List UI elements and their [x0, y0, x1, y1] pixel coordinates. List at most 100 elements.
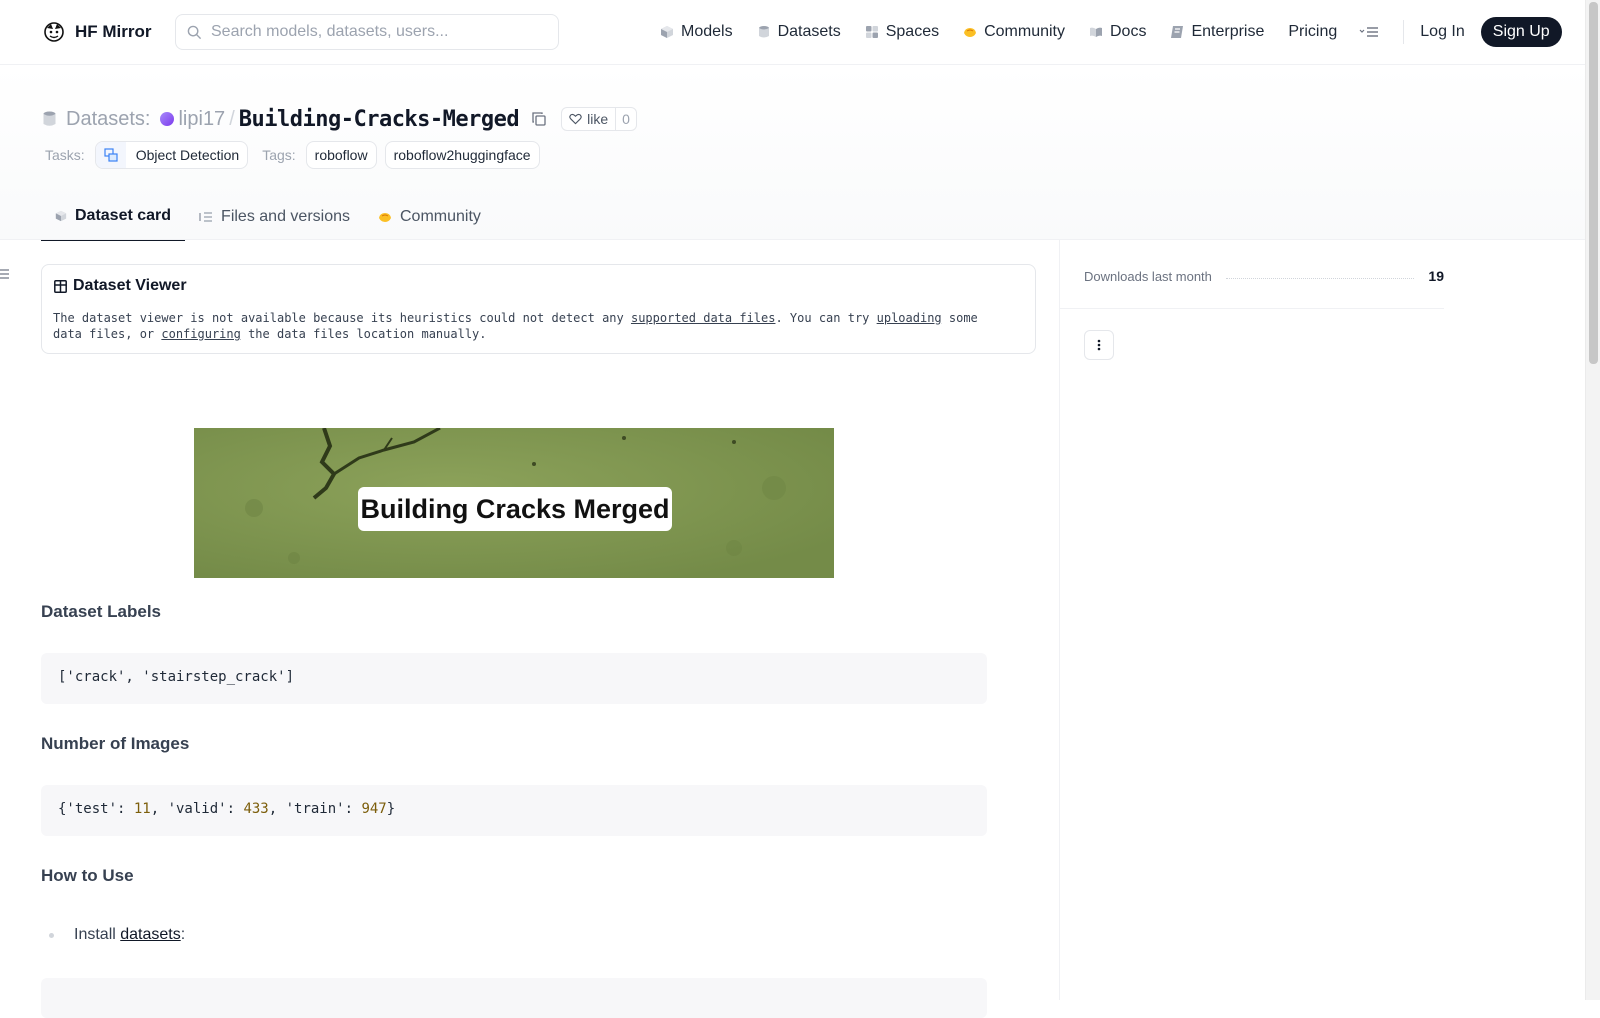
downloads-row: Downloads last month 19: [1084, 268, 1444, 284]
like-label: like: [587, 111, 609, 127]
nav-enterprise-label: Enterprise: [1191, 23, 1265, 40]
like-toggle[interactable]: like: [562, 108, 617, 130]
tab-files-and-versions[interactable]: Files and versions: [185, 193, 364, 241]
sidebar-options-button[interactable]: [1084, 330, 1114, 360]
tag-chip-roboflow[interactable]: roboflow: [305, 141, 377, 169]
install-colon: :: [180, 926, 186, 943]
nav-divider: [1403, 20, 1405, 44]
images-code-sep2: , 'train':: [268, 801, 362, 817]
dataset-viewer-box: Dataset Viewer The dataset viewer is not…: [41, 264, 1036, 354]
search-box[interactable]: [175, 14, 559, 50]
how-to-use-heading: How to Use: [41, 866, 134, 885]
nav-spaces-label: Spaces: [885, 23, 940, 40]
tab-community-label: Community: [400, 208, 481, 225]
dataset-viewer-title: Dataset Viewer: [54, 277, 187, 295]
cube-icon: [661, 26, 673, 38]
downloads-value: 19: [1428, 268, 1444, 284]
nav-enterprise[interactable]: Enterprise: [1170, 20, 1264, 44]
owner-avatar: [160, 112, 175, 126]
nav-community-label: Community: [984, 23, 1065, 40]
nav-docs[interactable]: Docs: [1089, 20, 1146, 44]
path-separator: /: [229, 107, 235, 130]
vertical-dots-icon: [1097, 339, 1101, 351]
nav-models-label: Models: [681, 23, 733, 40]
top-navigation: HF Mirror Models Datasets: [0, 0, 1585, 65]
right-sidebar: Downloads last month 19: [1059, 240, 1585, 1000]
uploading-link[interactable]: uploading: [877, 311, 942, 325]
task-chip-label: Object Detection: [135, 147, 240, 163]
images-train-count: 947: [361, 801, 387, 817]
nav-community[interactable]: Community: [963, 20, 1065, 44]
task-chip-object-detection[interactable]: Object Detection: [94, 141, 249, 169]
section-label: Datasets:: [66, 107, 151, 130]
scrollbar-thumb[interactable]: [1589, 2, 1598, 364]
bullet-dot: [49, 932, 54, 938]
sidebar-divider: [1060, 308, 1444, 309]
search-icon: [187, 25, 202, 39]
install-list-item: Install datasets:: [49, 926, 185, 944]
images-code-prefix: {'test':: [58, 801, 134, 817]
tab-community[interactable]: Community: [364, 193, 495, 241]
copy-icon[interactable]: [531, 111, 547, 127]
dataset-viewer-message: The dataset viewer is not available beca…: [53, 310, 1013, 342]
nav-spaces[interactable]: Spaces: [865, 20, 939, 44]
tasks-label: Tasks:: [45, 147, 85, 163]
spaces-grid-icon: [865, 26, 878, 38]
nav-pricing[interactable]: Pricing: [1288, 20, 1337, 44]
table-icon: [54, 279, 67, 293]
tag-chip-roboflow2huggingface[interactable]: roboflow2huggingface: [384, 141, 540, 169]
tab-dataset-card-label: Dataset card: [75, 207, 172, 224]
hf-mirror-logo-icon: [44, 22, 64, 42]
number-of-images-code: {'test': 11, 'valid': 433, 'train': 947}: [41, 785, 987, 836]
page-scrollbar[interactable]: [1585, 0, 1600, 1000]
database-icon: [758, 26, 769, 38]
repo-name[interactable]: Building-Cracks-Merged: [239, 107, 520, 132]
tab-dataset-card[interactable]: Dataset card: [41, 193, 186, 241]
datasets-link[interactable]: datasets: [120, 926, 180, 944]
search-input[interactable]: [211, 23, 541, 41]
login-link[interactable]: Log In: [1420, 23, 1464, 41]
install-text: Install: [74, 926, 116, 943]
community-hands-icon: [964, 28, 977, 37]
enterprise-icon: [1171, 26, 1184, 38]
toc-toggle-icon[interactable]: [0, 268, 10, 280]
configuring-link[interactable]: configuring: [161, 327, 240, 341]
number-of-images-heading: Number of Images: [41, 734, 190, 753]
brand-name: HF Mirror: [75, 22, 152, 41]
object-detection-icon: [95, 142, 126, 168]
dataset-card: Dataset Viewer The dataset viewer is not…: [41, 240, 1041, 1018]
install-code-block: [41, 978, 987, 1018]
repo-title-row: Datasets: lipi17 / Building-Cracks-Merge…: [43, 105, 637, 133]
menu-icon: [1359, 27, 1379, 37]
files-list-icon: [199, 212, 213, 222]
more-menu-button[interactable]: [1359, 25, 1379, 39]
images-code-suffix: }: [386, 801, 396, 817]
tab-files-label: Files and versions: [221, 208, 350, 225]
viewer-text-2: . You can try: [775, 311, 877, 325]
images-code-sep1: , 'valid':: [150, 801, 244, 817]
downloads-leader-dots: [1225, 277, 1415, 279]
database-icon: [43, 111, 56, 126]
supported-data-files-link[interactable]: supported data files: [631, 311, 776, 325]
brand-link[interactable]: HF Mirror: [42, 20, 152, 44]
tags-label: Tags:: [262, 147, 296, 163]
like-button[interactable]: like 0: [561, 107, 637, 131]
repo-tabs: Dataset card Files and versions Communit…: [41, 193, 495, 241]
like-count: 0: [622, 111, 630, 127]
nav-docs-label: Docs: [1110, 23, 1147, 40]
nav-models[interactable]: Models: [660, 20, 733, 44]
nav-datasets-label: Datasets: [777, 23, 841, 40]
book-icon: [1090, 27, 1102, 37]
nav-datasets[interactable]: Datasets: [757, 20, 841, 44]
downloads-label: Downloads last month: [1084, 268, 1212, 284]
owner-link[interactable]: lipi17: [178, 108, 225, 131]
dataset-labels-heading: Dataset Labels: [41, 602, 161, 621]
viewer-text-4: the data files location manually.: [240, 327, 487, 341]
viewer-text-1: The dataset viewer is not available beca…: [53, 311, 631, 325]
signup-button[interactable]: Sign Up: [1480, 17, 1562, 47]
dataset-banner-image: Building Cracks Merged: [194, 428, 834, 578]
community-hands-icon: [379, 213, 391, 222]
images-test-count: 11: [133, 801, 151, 817]
nav-links: Models Datasets Spaces Community Docs En…: [660, 17, 1562, 47]
nav-pricing-label: Pricing: [1288, 23, 1338, 40]
